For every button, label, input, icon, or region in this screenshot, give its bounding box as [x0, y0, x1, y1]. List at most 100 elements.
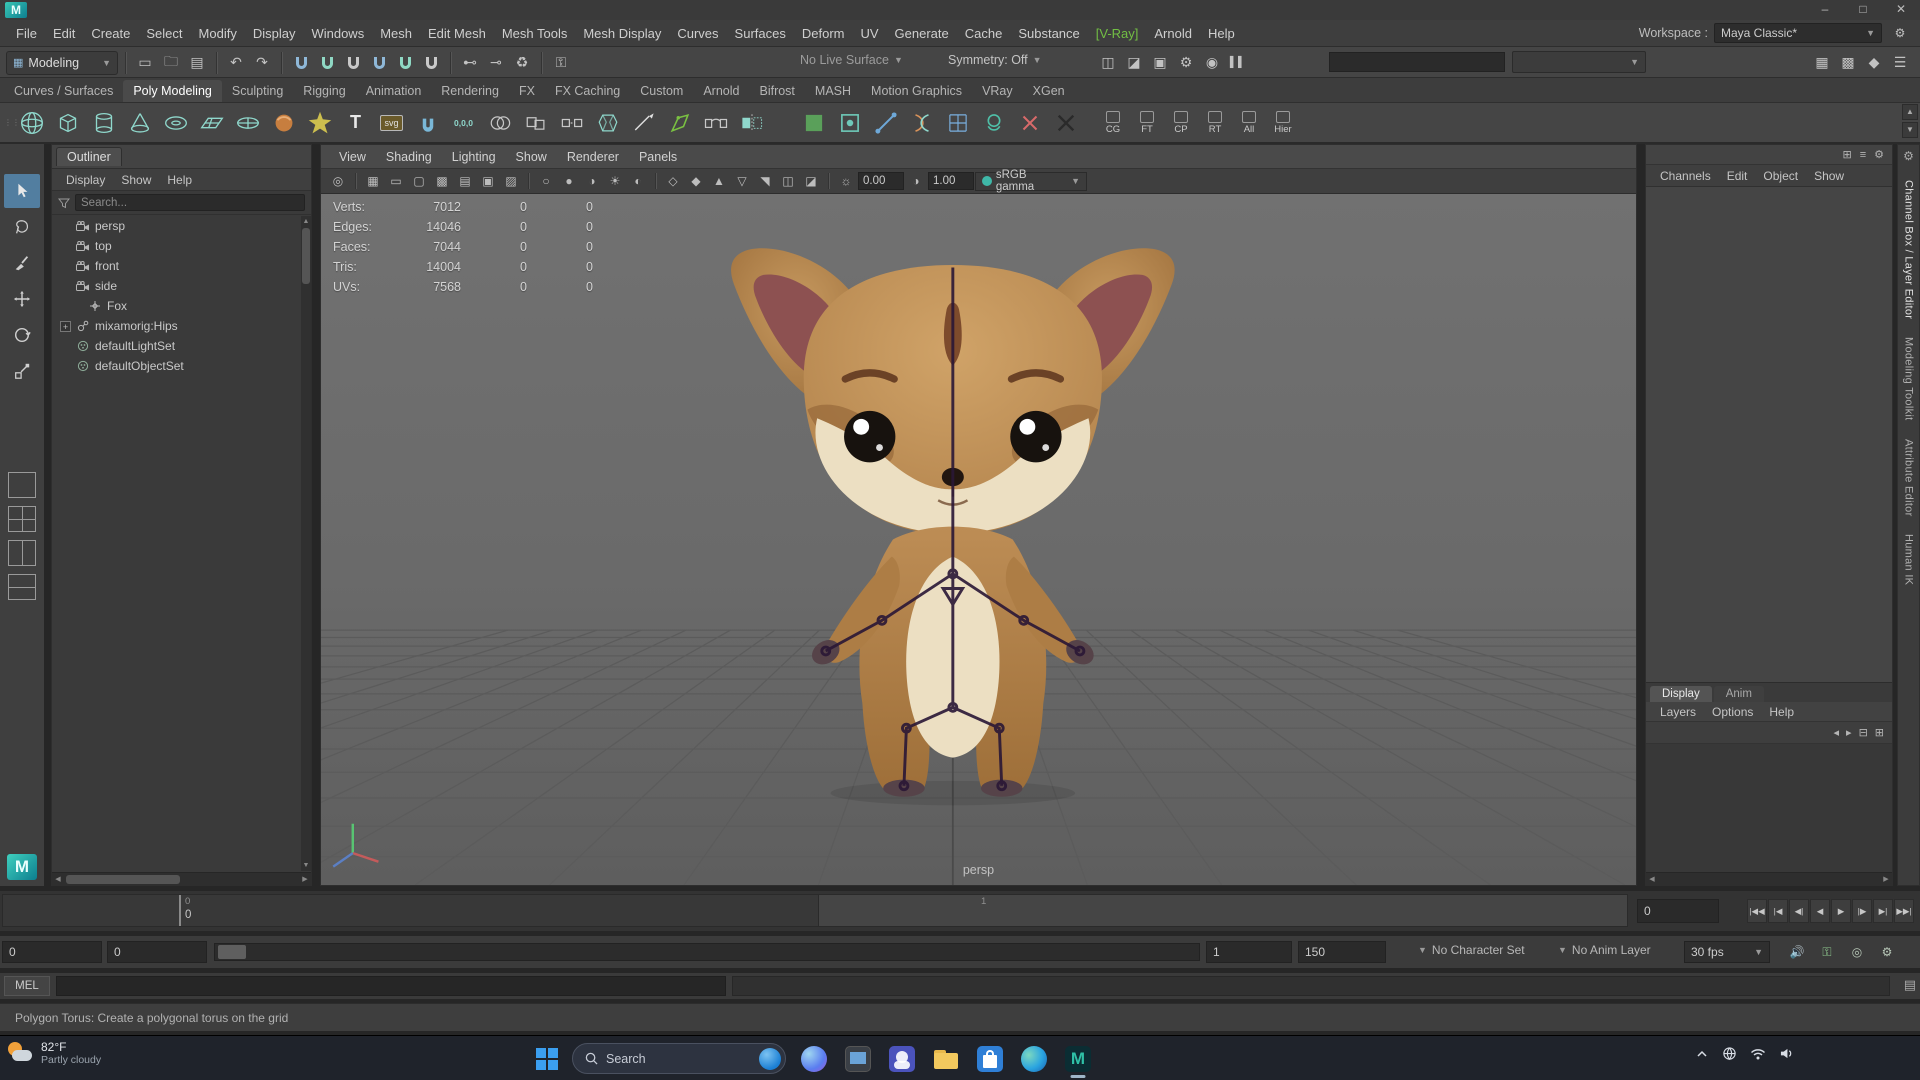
animation-end-field[interactable]: 150	[1298, 941, 1386, 963]
multisample-icon[interactable]: ▲	[708, 171, 730, 191]
undo-icon[interactable]: ↶	[224, 51, 248, 75]
xray-icon[interactable]: ◫	[777, 171, 799, 191]
workspace-dropdown[interactable]: Maya Classic* ▼	[1714, 23, 1882, 43]
menu-substance[interactable]: Substance	[1010, 26, 1087, 41]
go-to-end-button[interactable]: ▶▶|	[1894, 899, 1914, 923]
audio-icon[interactable]: 🔊	[1786, 942, 1808, 962]
shelf-tab-sculpting[interactable]: Sculpting	[222, 80, 293, 102]
viewport-canvas[interactable]: Verts: 7012 0 0 Edges: 14046 0 0 Faces: 7044 0 0 …	[321, 194, 1636, 885]
shelf-tab-animation[interactable]: Animation	[356, 80, 432, 102]
sidebar-gear-icon[interactable]: ⚙	[1903, 149, 1914, 163]
shadows-icon[interactable]: ◐	[627, 171, 649, 191]
auto-key-icon[interactable]: ⚿	[1816, 942, 1838, 962]
playhead[interactable]	[179, 895, 181, 926]
shelf-tab-curves-surfaces[interactable]: Curves / Surfaces	[4, 80, 123, 102]
toolkit-connect-icon[interactable]	[869, 106, 902, 140]
bevel-button[interactable]	[591, 106, 624, 140]
time-slider-track[interactable]: 0 0 1	[2, 894, 1628, 927]
grid-toggle-icon[interactable]: ▦	[1810, 50, 1834, 74]
construction-history-icon[interactable]: ♻	[510, 51, 534, 75]
safe-action-icon[interactable]: ▣	[477, 171, 499, 191]
menu-modify[interactable]: Modify	[191, 26, 245, 41]
poly-cube-button[interactable]	[51, 106, 84, 140]
poly-plane-button[interactable]	[195, 106, 228, 140]
poly-disc-button[interactable]	[231, 106, 264, 140]
new-empty-layer-icon[interactable]: ⊟	[1859, 726, 1868, 739]
menu-curves[interactable]: Curves	[669, 26, 726, 41]
anim-layer-dropdown[interactable]: ▼ No Anim Layer	[1558, 943, 1651, 957]
hidden-icons-chevron[interactable]	[1695, 1049, 1709, 1059]
layer-menu-layers[interactable]: Layers	[1652, 705, 1704, 719]
outliner-item-side[interactable]: side	[52, 276, 301, 296]
menu-deform[interactable]: Deform	[794, 26, 853, 41]
shelf-menu-up-icon[interactable]: ▲	[1902, 104, 1918, 120]
menu-edit-mesh[interactable]: Edit Mesh	[420, 26, 494, 41]
outliner-item-defaultlightset[interactable]: defaultLightSet	[52, 336, 301, 356]
scroll-right-icon[interactable]: ▶	[1880, 873, 1892, 886]
playback-start-field[interactable]: 0	[107, 941, 207, 963]
outliner-menu-show[interactable]: Show	[113, 173, 159, 187]
command-language-button[interactable]: MEL	[4, 976, 50, 996]
menu-set-dropdown[interactable]: ▦ Modeling ▼	[6, 50, 118, 75]
render-view-icon[interactable]: ◫	[1096, 50, 1120, 74]
sidebar-tab-attribute-editor[interactable]: Attribute Editor	[1903, 430, 1915, 526]
menu-edit[interactable]: Edit	[45, 26, 83, 41]
mask-all-button[interactable]: All	[1235, 110, 1263, 135]
boolean-button[interactable]	[483, 106, 516, 140]
toolkit-knot-icon[interactable]	[977, 106, 1010, 140]
outliner-title[interactable]: Outliner	[56, 147, 122, 166]
start-button[interactable]	[527, 1039, 567, 1079]
taskbar-app-maya[interactable]: M	[1058, 1039, 1098, 1079]
select-tool-button[interactable]	[4, 174, 40, 208]
contrast-field[interactable]: 1.00	[928, 172, 974, 190]
layer-menu-options[interactable]: Options	[1704, 705, 1761, 719]
exposure-field[interactable]: 0.00	[858, 172, 904, 190]
wireframe-icon[interactable]: ○	[535, 171, 557, 191]
poly-cone-button[interactable]	[123, 106, 156, 140]
playback-end-field[interactable]: 1	[1206, 941, 1292, 963]
textured-icon[interactable]: ◑	[581, 171, 603, 191]
menu-create[interactable]: Create	[83, 26, 138, 41]
menu-uv[interactable]: UV	[852, 26, 886, 41]
scroll-left-icon[interactable]: ◀	[1646, 873, 1658, 886]
channel-menu-channels[interactable]: Channels	[1652, 169, 1719, 183]
viewport-menu-panels[interactable]: Panels	[629, 150, 687, 164]
mask-cg-button[interactable]: CG	[1099, 110, 1127, 135]
scrollbar-thumb[interactable]	[302, 228, 310, 284]
taskbar-app-teams[interactable]	[882, 1039, 922, 1079]
taskbar-app-copilot[interactable]	[794, 1039, 834, 1079]
scroll-down-icon[interactable]: ▼	[301, 860, 311, 871]
viewport-menu-renderer[interactable]: Renderer	[557, 150, 629, 164]
smooth-shade-icon[interactable]: ●	[558, 171, 580, 191]
make-live-shelf-button[interactable]	[411, 106, 444, 140]
mask-ft-button[interactable]: FT	[1133, 110, 1161, 135]
new-scene-icon[interactable]: ▭	[133, 51, 157, 75]
move-layer-icon[interactable]: ◂	[1834, 726, 1840, 739]
current-time-field[interactable]: 0	[1637, 899, 1719, 923]
taskbar-app-file-explorer[interactable]	[926, 1039, 966, 1079]
lock-icon[interactable]: ⚿	[549, 51, 573, 75]
grid-icon[interactable]: ▦	[362, 171, 384, 191]
display-quality-icon[interactable]: ◆	[1862, 50, 1886, 74]
depth-of-field-icon[interactable]: ▽	[731, 171, 753, 191]
shelf-tab-arnold[interactable]: Arnold	[693, 80, 749, 102]
render-current-frame-icon[interactable]: ◪	[1122, 50, 1146, 74]
channel-manip-icon[interactable]: ⚙	[1874, 148, 1884, 161]
safe-title-icon[interactable]: ▨	[500, 171, 522, 191]
step-forward-frame-button[interactable]: |▶	[1852, 899, 1872, 923]
close-button[interactable]: ✕	[1882, 0, 1920, 20]
filter-icon[interactable]	[58, 197, 70, 209]
motion-blur-icon[interactable]: ◆	[685, 171, 707, 191]
shelf-tab-motion-graphics[interactable]: Motion Graphics	[861, 80, 972, 102]
hypershade-icon[interactable]: ◉	[1200, 50, 1224, 74]
quad-draw-button[interactable]	[663, 106, 696, 140]
menu-arnold[interactable]: Arnold	[1146, 26, 1200, 41]
outliner-vertical-scrollbar[interactable]: ▲ ▼	[301, 216, 311, 871]
play-backwards-button[interactable]: ◀	[1810, 899, 1830, 923]
menu-mesh[interactable]: Mesh	[372, 26, 420, 41]
shelf-tab-vray[interactable]: VRay	[972, 80, 1023, 102]
sidebar-tab-channel-box[interactable]: Channel Box / Layer Editor	[1903, 171, 1915, 328]
menu-cache[interactable]: Cache	[957, 26, 1011, 41]
viewport-menu-shading[interactable]: Shading	[376, 150, 442, 164]
script-editor-icon[interactable]: ▤	[1904, 977, 1916, 993]
